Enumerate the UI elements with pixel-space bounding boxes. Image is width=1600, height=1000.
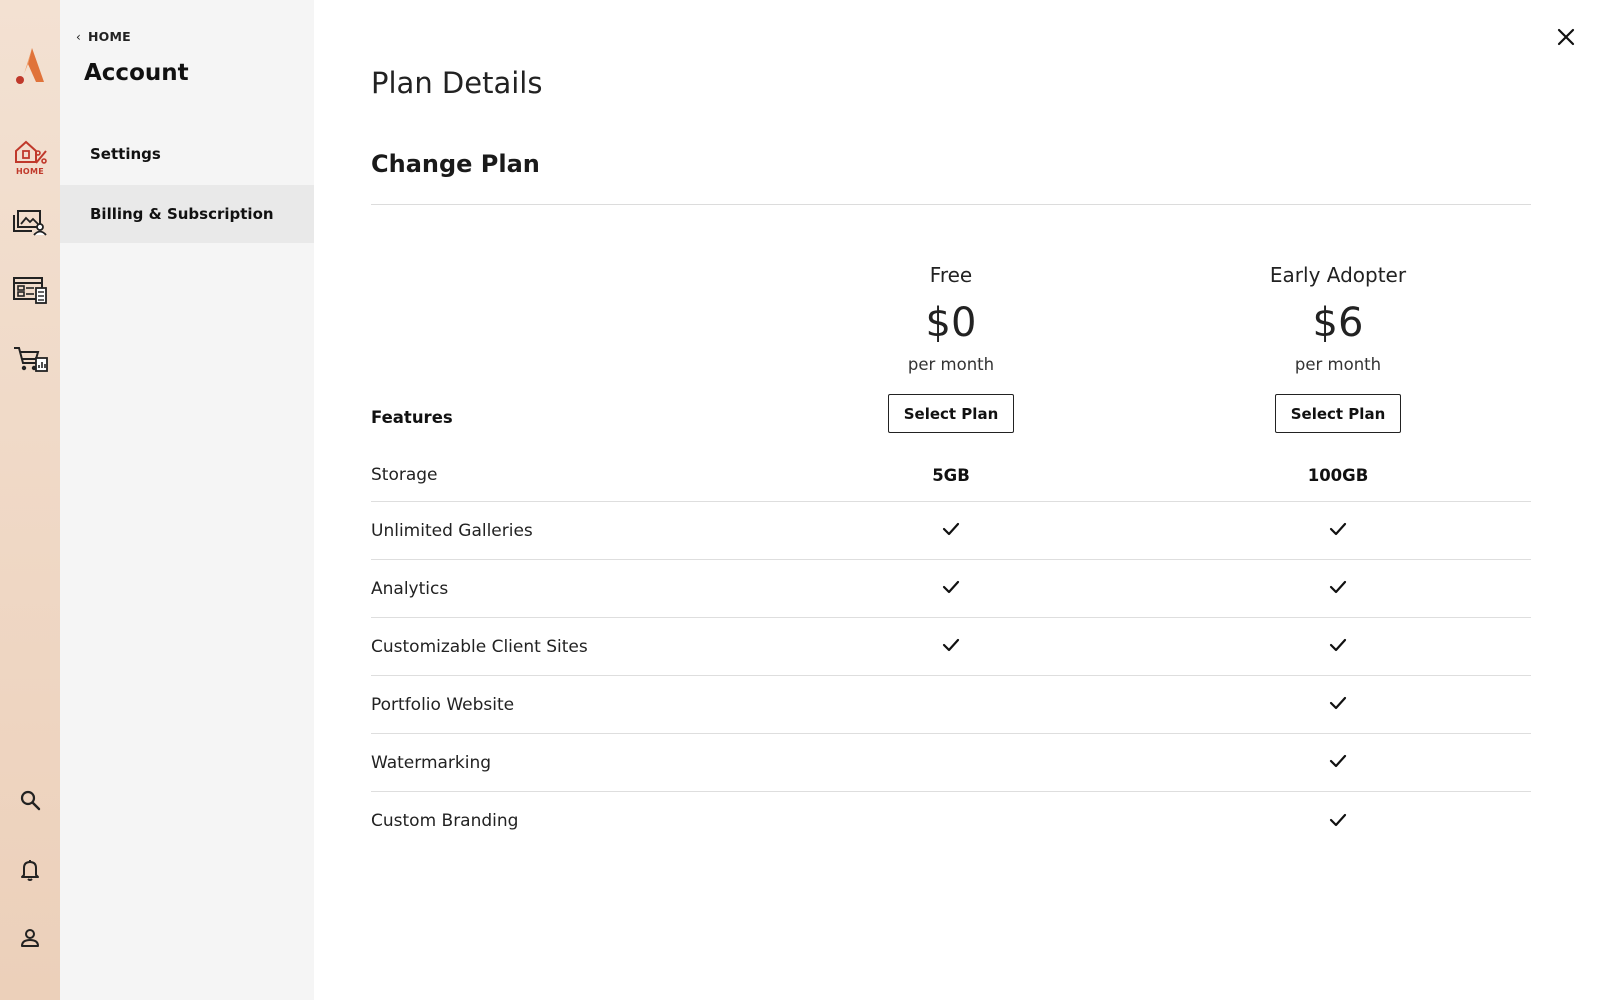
table-row: Custom Branding [371,792,1531,850]
back-home-link[interactable]: ‹ HOME [76,29,131,44]
rail-search-button[interactable] [6,775,54,825]
close-icon [1557,28,1575,46]
subnav-title: Account [84,60,189,86]
rail-home-label: HOME [15,167,45,176]
feature-cell [1228,676,1448,733]
table-row: Storage 5GB 100GB [371,449,1531,502]
feature-cell [841,618,1061,675]
plan-column-free: Free $0 per month Select Plan [841,260,1061,433]
section-divider [371,204,1531,205]
table-row: Portfolio Website [371,676,1531,734]
subnav-item-label: Settings [90,145,161,163]
feature-cell-empty [841,734,1061,791]
check-icon [1329,695,1347,714]
table-row: Analytics [371,560,1531,618]
subnav-item-billing[interactable]: Billing & Subscription [60,185,314,243]
feature-name: Custom Branding [371,811,519,831]
table-row: Unlimited Galleries [371,502,1531,560]
icon-rail: HOME [0,0,60,1000]
feature-name: Watermarking [371,752,492,773]
app-window: HOME ‹ HOME Account Settings Billing & S… [0,0,1600,1000]
subnav-item-label: Billing & Subscription [90,205,274,223]
feature-cell [1228,792,1448,850]
check-icon [1329,812,1347,831]
rail-website-button[interactable] [6,265,54,315]
search-icon [20,790,41,811]
rail-notifications-button[interactable] [6,845,54,895]
check-icon [1329,579,1347,598]
feature-cell [1228,560,1448,617]
feature-comparison-table: Storage 5GB 100GB Unlimited Galleries Analyt… [371,449,1531,850]
bell-icon [21,860,39,881]
brand-logo-icon[interactable] [10,44,50,88]
feature-cell [1228,618,1448,675]
feature-cell [1228,502,1448,559]
feature-name: Storage [371,465,438,485]
feature-name: Unlimited Galleries [371,520,533,541]
page-title: Plan Details [371,66,543,100]
check-icon [1329,637,1347,656]
chevron-left-icon: ‹ [76,29,81,44]
rail-home-button[interactable]: HOME [6,132,54,182]
check-icon [942,521,960,540]
user-icon [21,929,39,947]
feature-value: 100GB [1307,465,1369,485]
plan-price: $0 [925,300,977,346]
feature-name: Customizable Client Sites [371,636,588,657]
select-plan-free-button[interactable]: Select Plan [888,394,1014,433]
plan-price: $6 [1312,300,1364,346]
close-button[interactable] [1552,23,1580,51]
home-percent-icon [15,140,47,164]
account-subnav: ‹ HOME Account Settings Billing & Subscr… [60,0,314,1000]
check-icon [942,579,960,598]
subnav-item-settings[interactable]: Settings [60,125,314,183]
plan-period: per month [907,355,995,374]
plan-name: Early Adopter [1269,263,1407,287]
rail-store-button[interactable] [6,333,54,383]
feature-value: 5GB [932,465,970,485]
check-icon [1329,521,1347,540]
back-home-label: HOME [88,29,131,44]
plan-name: Free [929,263,973,287]
feature-name: Analytics [371,578,449,599]
feature-name: Portfolio Website [371,694,515,715]
feature-cell [1228,734,1448,791]
store-chart-icon [14,347,48,372]
table-row: Customizable Client Sites [371,618,1531,676]
select-plan-early-adopter-button[interactable]: Select Plan [1275,394,1401,433]
website-builder-icon [13,277,47,304]
check-icon [942,637,960,656]
feature-cell-empty [841,792,1061,850]
plan-period: per month [1294,355,1382,374]
table-row: Watermarking [371,734,1531,792]
plan-details-panel: Plan Details Change Plan Free $0 per mon… [371,0,1531,1000]
gallery-user-icon [13,210,47,236]
rail-galleries-button[interactable] [6,196,54,246]
section-title: Change Plan [371,150,540,178]
feature-cell [841,502,1061,559]
rail-profile-button[interactable] [6,913,54,963]
features-heading: Features [371,408,453,427]
check-icon [1329,753,1347,772]
feature-cell-empty [841,676,1061,733]
plan-column-early-adopter: Early Adopter $6 per month Select Plan [1228,260,1448,433]
feature-cell [841,560,1061,617]
